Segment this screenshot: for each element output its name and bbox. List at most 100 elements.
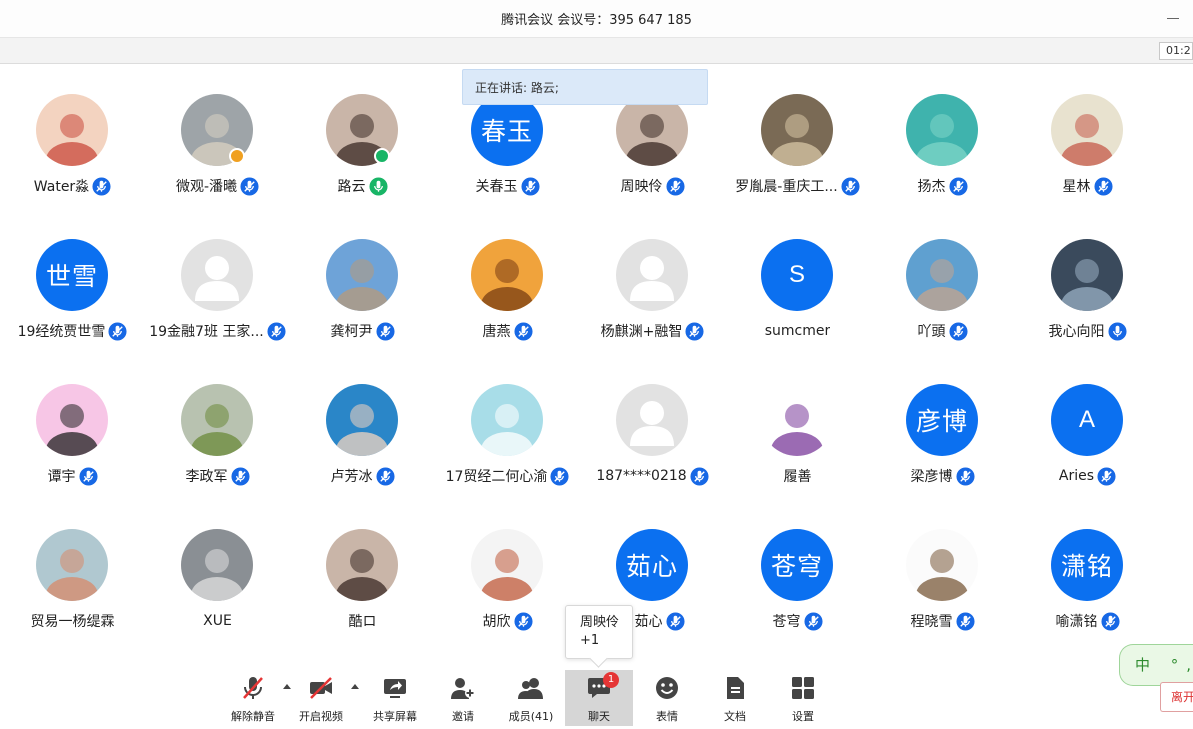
- settings-button[interactable]: 设置: [782, 670, 824, 726]
- unmute-button[interactable]: 解除静音: [226, 670, 280, 726]
- mic-icon: [368, 176, 388, 196]
- participant-name-row: 谭宇: [0, 466, 155, 486]
- mic-muted-icon: [78, 466, 98, 486]
- participant-name: 微观-潘曦: [175, 179, 238, 195]
- participant-tile[interactable]: 卢芳冰: [290, 354, 435, 499]
- host-badge-icon: [374, 148, 390, 164]
- video-options-caret-icon[interactable]: [351, 684, 359, 689]
- guitar-portrait-avatar: [36, 529, 108, 601]
- mic-muted-icon: [955, 466, 975, 486]
- participant-tile[interactable]: 潇铭喻潇铭: [1015, 499, 1160, 644]
- members-icon: [518, 678, 543, 699]
- participant-tile[interactable]: 彦博 梁彦博: [870, 354, 1015, 499]
- participant-tile[interactable]: Water淼: [0, 64, 145, 209]
- participant-tile[interactable]: 我心向阳: [1015, 209, 1160, 354]
- participant-tile[interactable]: 吖頭: [870, 209, 1015, 354]
- participant-tile[interactable]: 星林: [1015, 64, 1160, 209]
- participant-tile[interactable]: 酷ロ: [290, 499, 435, 644]
- participant-name-row: 187****0218: [570, 466, 735, 486]
- chat-tooltip[interactable]: 周映伶 +1: [565, 605, 633, 659]
- participant-tile[interactable]: 19金融7班 王家...: [145, 209, 290, 354]
- participant-tile[interactable]: 程晓雪: [870, 499, 1015, 644]
- cohost-badge-icon: [229, 148, 245, 164]
- participant-tile[interactable]: 贸易一杨缇霖: [0, 499, 145, 644]
- participant-tile[interactable]: A Aries: [1015, 354, 1160, 499]
- participant-tile[interactable]: 唐燕: [435, 209, 580, 354]
- participant-tile[interactable]: 扬杰: [870, 64, 1015, 209]
- chat-label: 聊天: [588, 710, 610, 723]
- members-button[interactable]: 成员(41): [504, 670, 558, 726]
- mic-muted-icon: [1100, 611, 1120, 631]
- default-person-icon: [616, 239, 688, 311]
- share-screen-button[interactable]: 共享屏幕: [369, 670, 421, 726]
- avatar-initials: 苍穹: [761, 529, 833, 601]
- participant-tile[interactable]: 世雪 19经统贾世雪: [0, 209, 145, 354]
- participant-name-row: 贸易一杨缇霖: [0, 611, 155, 631]
- document-icon: [727, 677, 744, 699]
- participant-tile[interactable]: 路云: [290, 64, 435, 209]
- participant-name: 梁彦博: [910, 469, 953, 485]
- participant-tile[interactable]: 187****0218: [580, 354, 725, 499]
- participant-name-row: 吖頭: [860, 321, 1025, 341]
- participant-name: 关春玉: [475, 179, 518, 195]
- participant-name-row: 17贸经二何心渝: [425, 466, 590, 486]
- settings-label: 设置: [792, 710, 814, 723]
- participant-name: 187****0218: [596, 468, 687, 484]
- minimize-icon[interactable]: [1167, 18, 1179, 19]
- mic-muted-icon: [1093, 176, 1113, 196]
- default-person-icon: [616, 384, 688, 456]
- participant-tile[interactable]: 苍穹 苍穹: [725, 499, 870, 644]
- participant-name: 路云: [337, 179, 366, 195]
- participant-tile[interactable]: 微观-潘曦: [145, 64, 290, 209]
- mic-muted-icon: [550, 466, 569, 486]
- participant-tile[interactable]: 胡欣: [435, 499, 580, 644]
- avatar-initials: 潇铭: [1051, 529, 1123, 601]
- cartoon-man-suit-avatar: [36, 384, 108, 456]
- participant-tile[interactable]: 谭宇: [0, 354, 145, 499]
- participant-grid: Water淼 微观-潘曦 路云 春玉 关春玉 周映伶 罗胤晨-重庆工... 扬杰 星林 世雪 19经…: [0, 64, 1193, 664]
- participant-name: 杨麒渊+融智: [600, 324, 683, 340]
- participant-name-row: 19经统贾世雪: [0, 321, 155, 341]
- docs-button[interactable]: 文档: [714, 670, 756, 726]
- participant-name: XUE: [203, 613, 232, 629]
- mic-muted-icon: [665, 176, 685, 196]
- mic-options-caret-icon[interactable]: [283, 684, 291, 689]
- participant-name-row: 19金融7班 王家...: [135, 321, 300, 341]
- invite-button[interactable]: 邀请: [440, 670, 486, 726]
- participant-name: 19金融7班 王家...: [149, 324, 264, 340]
- participant-tile[interactable]: 李政军: [145, 354, 290, 499]
- smiley-icon: [656, 677, 678, 699]
- tooltip-count: +1: [580, 633, 600, 648]
- little-girl-avatar: [326, 384, 398, 456]
- participant-name: 谭宇: [47, 469, 76, 485]
- camera-off-icon: [310, 677, 332, 699]
- illustrated-girl-avatar: [1051, 94, 1123, 166]
- participant-name: 19经统贾世雪: [17, 324, 106, 340]
- participant-name: 星林: [1062, 179, 1091, 195]
- share-screen-icon: [384, 679, 406, 698]
- participant-name-row: 杨麒渊+融智: [570, 321, 735, 341]
- start-video-button[interactable]: 开启视频: [295, 670, 347, 726]
- participant-tile[interactable]: 履善: [725, 354, 870, 499]
- participant-tile[interactable]: 17贸经二何心渝: [435, 354, 580, 499]
- chat-button[interactable]: 1 聊天: [565, 670, 633, 726]
- default-person-icon: [181, 239, 253, 311]
- ime-indicator[interactable]: 中 °,: [1119, 644, 1193, 686]
- emoji-button[interactable]: 表情: [646, 670, 688, 726]
- mic-muted-icon: [520, 176, 540, 196]
- participant-tile[interactable]: XUE: [145, 499, 290, 644]
- participant-name: 扬杰: [917, 179, 946, 195]
- participant-name-row: 卢芳冰: [280, 466, 445, 486]
- participant-name-row: 梁彦博: [860, 466, 1025, 486]
- avatar-initials: 世雪: [36, 239, 108, 311]
- participant-tile[interactable]: Ssumcmer: [725, 209, 870, 354]
- participant-tile[interactable]: 杨麒渊+融智: [580, 209, 725, 354]
- participant-tile[interactable]: 罗胤晨-重庆工...: [725, 64, 870, 209]
- participant-name: 程晓雪: [910, 614, 953, 630]
- share-screen-label: 共享屏幕: [373, 710, 417, 723]
- participant-tile[interactable]: 龚柯尹: [290, 209, 435, 354]
- avatar-initials-text: 潇铭: [1060, 552, 1113, 581]
- leave-button[interactable]: 离开: [1160, 682, 1193, 712]
- participant-name: 17贸经二何心渝: [445, 469, 548, 485]
- participant-name: 喻潇铭: [1055, 614, 1098, 630]
